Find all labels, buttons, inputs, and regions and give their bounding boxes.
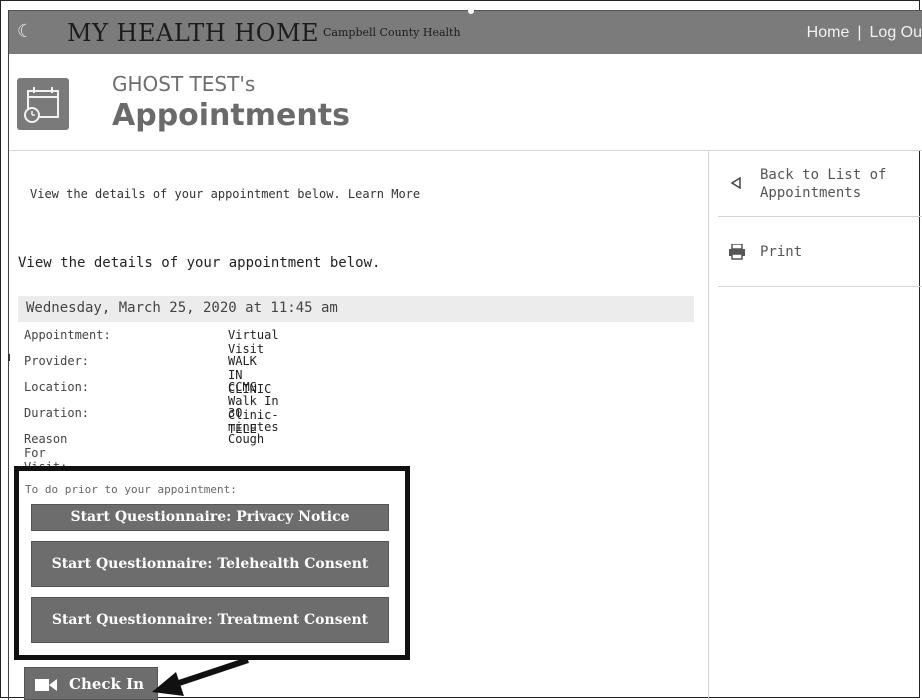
brand-title[interactable]: MY HEALTH HOME (67, 19, 319, 47)
button-label: Start Questionnaire: Privacy Notice (70, 509, 350, 525)
todo-label: To do prior to your appointment: (25, 483, 237, 496)
privacy-notice-questionnaire-button[interactable]: Start Questionnaire: Privacy Notice (31, 504, 389, 531)
pointer-arrow (152, 657, 249, 696)
brand-subtitle: Campbell County Health (323, 26, 461, 39)
detail-label: Appointment: (24, 328, 111, 342)
column-divider (708, 150, 709, 700)
appointment-date-bar: Wednesday, March 25, 2020 at 11:45 am (18, 296, 694, 322)
patient-name: GHOST TEST's (112, 72, 256, 96)
detail-label: Location: (24, 380, 90, 394)
button-label: Start Questionnaire: Treatment Consent (51, 611, 369, 628)
nav-logout-link[interactable]: Log Ou (870, 24, 922, 41)
logo-icon: ☾ (17, 21, 34, 42)
treatment-consent-questionnaire-button[interactable]: Start Questionnaire: Treatment Consent (31, 597, 389, 643)
calendar-clock-icon (17, 78, 69, 130)
back-to-appointments-link[interactable]: Back to List of Appointments (718, 150, 922, 217)
margin-mark (8, 354, 10, 361)
appointment-date: Wednesday, March 25, 2020 at 11:45 am (26, 300, 338, 316)
page-title: Appointments (112, 98, 350, 133)
page-header: GHOST TEST's Appointments (9, 54, 922, 151)
detail-value: Virtual Visit (228, 328, 279, 356)
top-nav: Home | Log Ou (807, 24, 922, 42)
nav-separator: | (857, 24, 862, 41)
print-label: Print (760, 244, 803, 260)
details-heading: View the details of your appointment bel… (18, 255, 381, 271)
video-camera-icon (35, 679, 57, 691)
printer-icon (729, 244, 745, 260)
nav-home-link[interactable]: Home (807, 24, 850, 41)
detail-label: Provider: (24, 354, 90, 368)
detail-label: Duration: (24, 406, 90, 420)
detail-value: Cough (228, 432, 265, 446)
button-label: Start Questionnaire: Telehealth Consent (51, 555, 369, 572)
telehealth-consent-questionnaire-button[interactable]: Start Questionnaire: Telehealth Consent (31, 541, 389, 587)
back-label: Back to List of Appointments (760, 167, 887, 201)
top-bar: ☾ MY HEALTH HOME Campbell County Health … (9, 10, 922, 56)
check-in-button[interactable]: Check In (24, 667, 158, 700)
intro-text: View the details of your appointment bel… (30, 187, 421, 201)
questionnaire-box: To do prior to your appointment: Start Q… (14, 466, 410, 660)
print-link[interactable]: Print (718, 216, 922, 287)
window-dot (468, 8, 474, 14)
detail-value: 30 minutes (228, 406, 279, 434)
check-in-label: Check In (69, 675, 145, 693)
back-triangle-icon (730, 177, 741, 189)
